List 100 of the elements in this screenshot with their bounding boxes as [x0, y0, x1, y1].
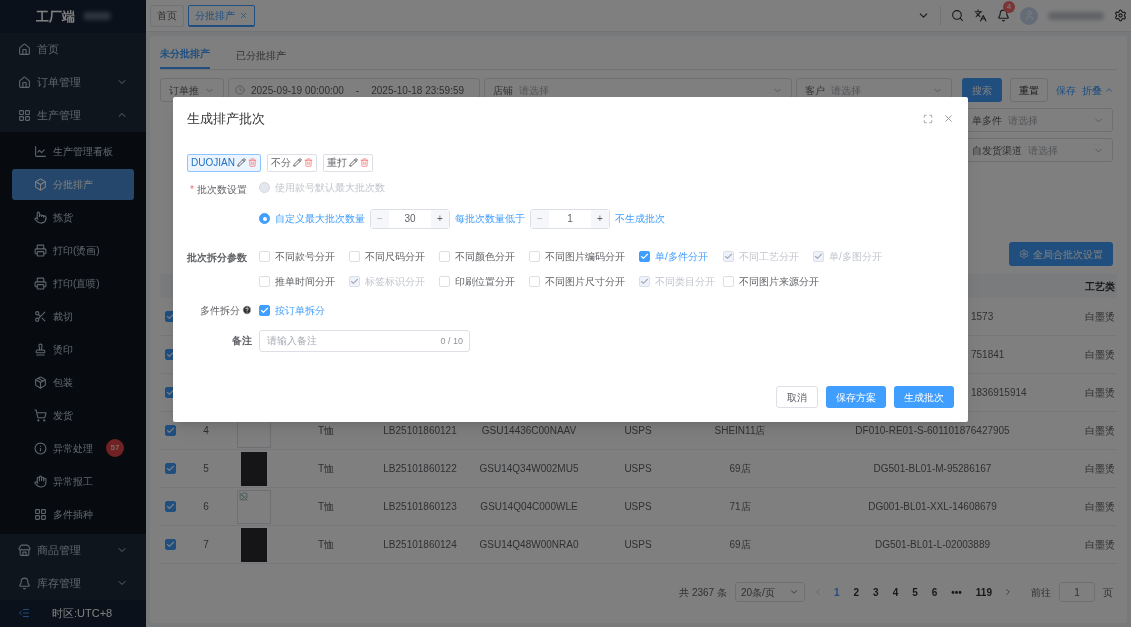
row-checkbox[interactable]: [165, 539, 176, 550]
home-icon: [18, 75, 31, 89]
global-merge-button[interactable]: 全局合批次设置: [1009, 242, 1113, 266]
table-cell-text: 白墨烫: [1084, 386, 1116, 400]
cancel-button[interactable]: 取消: [776, 386, 818, 408]
row-checkbox[interactable]: [165, 501, 176, 512]
help-icon[interactable]: [242, 305, 252, 315]
checkbox[interactable]: [259, 304, 270, 316]
tab[interactable]: 未分批排产: [160, 46, 210, 69]
search-button[interactable]: 搜索: [962, 78, 1002, 102]
delete-icon[interactable]: [359, 158, 369, 167]
decrement-button[interactable]: −: [531, 209, 549, 228]
sidebar-submenu-item[interactable]: 多件插种: [12, 498, 134, 530]
check-icon: [166, 426, 175, 435]
check-icon: [350, 276, 359, 286]
table-cell-text: 白墨烫: [1084, 310, 1116, 324]
printer-icon: [34, 276, 47, 290]
home-icon: [18, 42, 31, 56]
primary-button[interactable]: 生成批次: [894, 386, 954, 408]
dialog-title: 生成排产批次: [187, 110, 266, 128]
table-cell-text: 751841: [970, 348, 1006, 362]
sidebar-submenu-item[interactable]: 打印(烫画): [12, 234, 134, 266]
count-badge: 57: [106, 439, 124, 458]
sidebar-submenu-item[interactable]: 异常处理 57: [12, 432, 134, 464]
page-tab[interactable]: 首页: [150, 4, 184, 27]
goto-page-field[interactable]: 1: [1059, 582, 1095, 602]
page-size-select[interactable]: 20条/页: [734, 582, 805, 602]
radio-button[interactable]: [259, 213, 270, 224]
table-cell-text: T恤: [316, 424, 336, 438]
delete-icon[interactable]: [247, 158, 257, 167]
sidebar-submenu-item[interactable]: 发货: [12, 399, 134, 431]
table-cell-text: 白墨烫: [1084, 500, 1116, 514]
sidebar-submenu-item[interactable]: 烫印: [12, 333, 134, 365]
edit-icon[interactable]: [348, 158, 358, 167]
sidebar-menu-item[interactable]: 订单管理: [0, 65, 146, 99]
reset-button[interactable]: 重置: [1010, 78, 1048, 102]
collapse-link[interactable]: 折叠: [1082, 82, 1114, 98]
close-tab-icon[interactable]: [239, 10, 248, 20]
sidebar-submenu-item[interactable]: 拣货: [12, 201, 134, 233]
page-unit-label: 页: [1103, 585, 1113, 600]
page-number[interactable]: 119: [972, 584, 995, 600]
page-tab[interactable]: 分批排产: [188, 4, 255, 27]
check-icon: [640, 276, 649, 286]
collapse-menu-icon[interactable]: [18, 607, 30, 620]
decrement-button[interactable]: −: [371, 209, 389, 228]
table-cell-text: LB25101860124: [382, 538, 458, 552]
table-cell-text: GSU14Q34W002MU5: [478, 462, 580, 476]
edit-icon[interactable]: [292, 158, 302, 167]
increment-button[interactable]: +: [431, 209, 449, 228]
delete-icon[interactable]: [303, 158, 313, 167]
character-counter: 0 / 10: [440, 334, 463, 348]
search-icon[interactable]: [951, 9, 964, 22]
scheme-tag[interactable]: 重打: [322, 153, 373, 172]
page-number[interactable]: 3: [870, 584, 882, 600]
page-number[interactable]: •••: [948, 584, 965, 600]
table-cell-text: SHEIN11店: [713, 424, 767, 438]
close-icon[interactable]: [943, 113, 954, 125]
settings-icon[interactable]: [1114, 9, 1127, 22]
primary-button[interactable]: 保存方案: [826, 386, 886, 408]
table-cell-text: 71店: [728, 500, 752, 514]
sidebar-menu-item[interactable]: 生产管理: [0, 98, 146, 132]
increment-button[interactable]: +: [591, 209, 609, 228]
table-cell-text: GSU14Q48W00NRA0: [478, 538, 580, 552]
checkbox[interactable]: [639, 250, 650, 262]
avatar[interactable]: [1020, 6, 1038, 25]
page-number[interactable]: 5: [909, 584, 921, 600]
sidebar-submenu-item[interactable]: 生产管理看板: [12, 135, 134, 167]
sidebar-submenu-item[interactable]: 打印(直喷): [12, 267, 134, 299]
page-number[interactable]: 1: [830, 584, 843, 600]
table-cell-text: 白墨烫: [1084, 462, 1116, 476]
sidebar-menu-item[interactable]: 库存管理: [0, 566, 146, 600]
blurred-username: [1048, 11, 1104, 20]
scheme-tag[interactable]: 不分: [266, 153, 317, 172]
radio-label: 自定义最大批次数量: [275, 212, 365, 226]
translate-icon[interactable]: [974, 9, 987, 22]
photo-placeholder: [241, 527, 267, 562]
tab[interactable]: 已分批排产: [236, 48, 286, 69]
next-page-icon[interactable]: [1003, 587, 1013, 597]
scheme-tag[interactable]: DUOJIAN: [187, 153, 261, 172]
sidebar-submenu-item[interactable]: 裁切: [12, 300, 134, 332]
row-checkbox[interactable]: [165, 463, 176, 474]
page-number[interactable]: 2: [850, 584, 863, 600]
edit-icon[interactable]: [236, 158, 246, 167]
row-checkbox[interactable]: [165, 425, 176, 436]
bell-icon[interactable]: [997, 9, 1010, 22]
table-cell-text: USPS: [623, 538, 653, 552]
sidebar-submenu-item[interactable]: 分批排产: [12, 168, 134, 200]
save-link[interactable]: 保存: [1056, 82, 1076, 98]
fullscreen-icon[interactable]: [923, 113, 933, 124]
bell-icon: [18, 576, 31, 590]
photo-placeholder: [241, 451, 267, 486]
table-cell-text: 5: [202, 462, 210, 476]
notification-badge: 4: [1003, 1, 1015, 13]
sidebar-submenu-item[interactable]: 异常报工: [12, 465, 134, 497]
page-number[interactable]: 4: [889, 584, 902, 600]
table-cell-text: GSU14Q04C000WLE: [479, 500, 579, 514]
page-number[interactable]: 6: [928, 584, 941, 600]
check-icon: [166, 464, 175, 473]
scissors-icon: [34, 309, 47, 323]
sidebar-submenu-item[interactable]: 包装: [12, 366, 134, 398]
